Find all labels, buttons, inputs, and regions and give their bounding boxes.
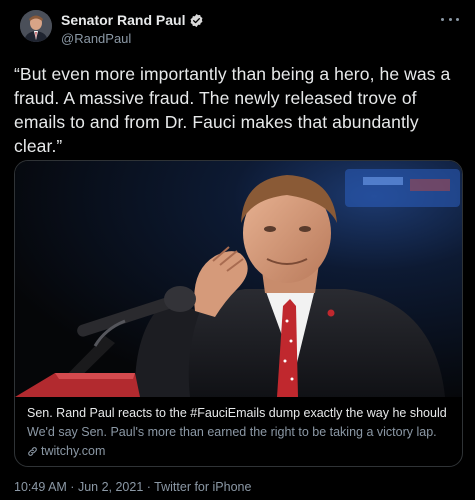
tweet-time[interactable]: 10:49 AM: [14, 480, 67, 494]
card-image[interactable]: [15, 161, 462, 397]
author-handle[interactable]: @RandPaul: [61, 31, 131, 46]
tweet-date[interactable]: Jun 2, 2021: [78, 480, 143, 494]
card-title[interactable]: Sen. Rand Paul reacts to the #FauciEmail…: [27, 406, 455, 420]
meta-separator: ·: [143, 480, 155, 494]
link-card[interactable]: Sen. Rand Paul reacts to the #FauciEmail…: [14, 160, 463, 467]
link-icon: [27, 446, 38, 457]
verified-badge-icon: [189, 13, 204, 28]
tweet: Senator Rand Paul @RandPaul “But even mo…: [0, 0, 475, 500]
card-description: We'd say Sen. Paul's more than earned th…: [27, 425, 437, 439]
more-icon[interactable]: [439, 12, 461, 26]
tweet-meta: 10:49 AM · Jun 2, 2021 · Twitter for iPh…: [14, 480, 251, 494]
card-domain[interactable]: twitchy.com: [27, 444, 105, 458]
card-domain-text: twitchy.com: [41, 444, 106, 458]
tweet-text: “But even more importantly than being a …: [14, 64, 451, 156]
meta-separator: ·: [66, 480, 78, 494]
avatar[interactable]: [20, 10, 52, 42]
author-name[interactable]: Senator Rand Paul: [61, 12, 185, 28]
tweet-source: Twitter for iPhone: [154, 480, 252, 494]
